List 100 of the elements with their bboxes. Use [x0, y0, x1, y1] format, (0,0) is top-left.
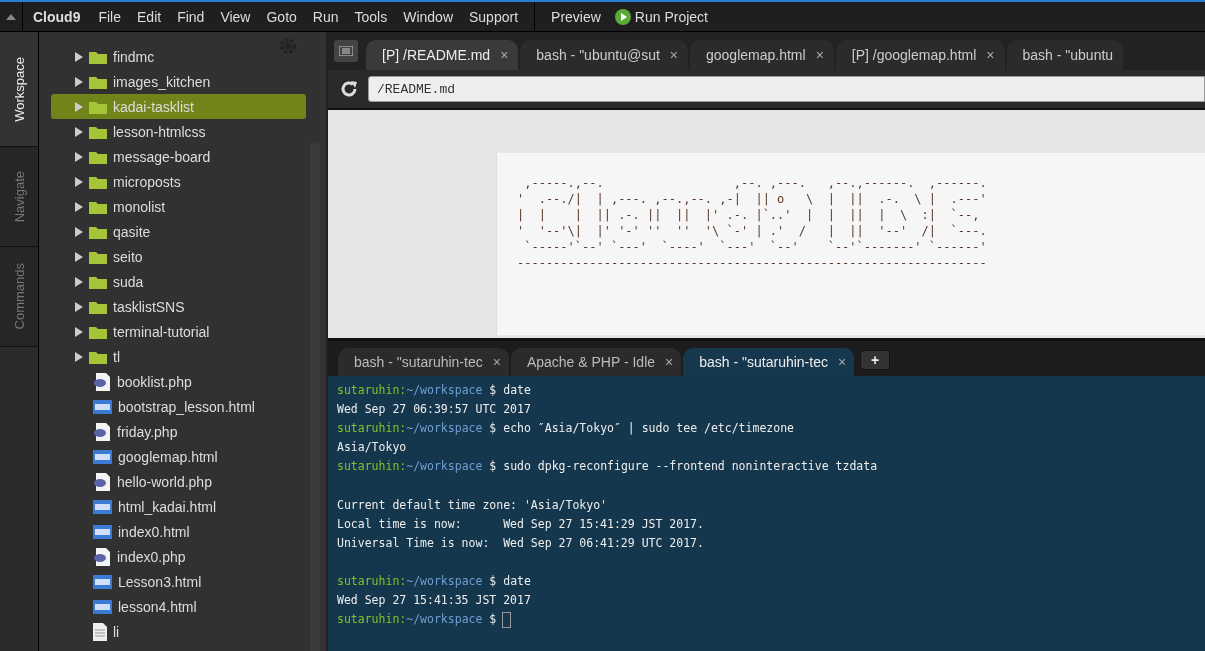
menu-item[interactable]: Find [169, 8, 213, 25]
close-icon[interactable]: × [837, 354, 847, 370]
terminal-output: Asia/Tokyo [337, 440, 407, 455]
expand-arrow-icon[interactable] [75, 326, 83, 337]
tree-item[interactable]: qasite [51, 219, 306, 244]
folder-icon [89, 74, 107, 89]
tree-item[interactable]: suda [51, 269, 306, 294]
tree-item[interactable]: seito [51, 244, 306, 269]
folder-icon [89, 324, 107, 339]
preview-button[interactable]: Preview [543, 8, 609, 25]
tree-item[interactable]: friday.php [51, 419, 306, 444]
html-file-icon [93, 599, 112, 614]
close-icon[interactable]: × [492, 354, 501, 370]
tree-item[interactable]: index0.php [51, 544, 306, 569]
menu-item[interactable]: File [90, 8, 129, 25]
menu-item[interactable]: Window [395, 8, 461, 25]
run-project-button[interactable]: Run Project [608, 8, 714, 25]
close-icon[interactable]: × [665, 354, 674, 370]
terminal-command: $ date [489, 383, 531, 397]
folder-icon [89, 199, 107, 214]
collapse-icon[interactable] [6, 13, 16, 20]
close-icon[interactable]: × [986, 47, 995, 63]
menu-item[interactable]: Support [461, 8, 527, 25]
html-file-icon [93, 449, 112, 464]
tab-menu-icon[interactable] [334, 40, 358, 62]
editor-tab[interactable]: [P] /googlemap.html × [835, 40, 1005, 70]
expand-arrow-icon[interactable] [75, 251, 83, 262]
menu-item[interactable]: Tools [346, 8, 396, 25]
folder-icon [89, 124, 107, 139]
html-file-icon [93, 574, 112, 589]
terminal-command: $ sudo dpkg-reconfigure --frontend noninteractive tzdata [489, 459, 878, 474]
tree-item[interactable]: tasklistSNS [51, 294, 306, 319]
folder-icon [89, 249, 107, 264]
tree-item[interactable]: li [51, 619, 306, 644]
terminal-output: Local time is now: Wed Sep 27 15:41:29 JST 2017. [337, 516, 704, 531]
close-icon[interactable]: × [669, 47, 678, 63]
terminal-command: $ [489, 612, 497, 627]
editor-tab[interactable]: bash - "ubuntu@sut × [520, 40, 688, 70]
tree-item[interactable]: googlemap.html [51, 444, 306, 469]
expand-arrow-icon[interactable] [75, 151, 83, 162]
expand-arrow-icon[interactable] [75, 76, 83, 87]
close-icon[interactable]: × [500, 47, 509, 63]
tree-item[interactable]: findmc [51, 44, 306, 69]
tree-item[interactable]: microposts [51, 169, 306, 194]
prompt-path: ~/workspace [406, 612, 483, 627]
close-icon[interactable]: × [815, 47, 824, 63]
new-tab-button[interactable]: + [860, 350, 891, 370]
folder-icon [89, 99, 107, 114]
menu-item[interactable]: Run [304, 8, 347, 25]
html-file-icon [93, 524, 112, 539]
expand-arrow-icon[interactable] [75, 126, 83, 137]
side-tab[interactable]: Workspace [0, 32, 38, 147]
tree-item[interactable]: index0.html [51, 519, 306, 544]
terminal-tab[interactable]: bash - "sutaruhin-tec × [683, 348, 855, 376]
html-file-icon [93, 499, 112, 514]
tree-item[interactable]: lesson-htmlcss [51, 119, 306, 144]
tree-item[interactable]: tl [51, 344, 306, 369]
folder-icon [89, 349, 107, 364]
menu-item[interactable]: Edit [129, 8, 170, 25]
expand-arrow-icon[interactable] [75, 351, 83, 362]
terminal-tab[interactable]: Apache & PHP - Idle × [510, 348, 682, 376]
expand-arrow-icon[interactable] [75, 201, 83, 212]
prompt-path: ~/workspace [406, 383, 483, 397]
tree-item[interactable]: bootstrap_lesson.html [51, 394, 306, 419]
expand-arrow-icon[interactable] [75, 301, 83, 312]
tree-item[interactable]: lesson4.html [51, 594, 306, 619]
menu-item[interactable]: View [212, 8, 259, 25]
prompt-user: sutaruhin: [337, 612, 407, 627]
tree-item[interactable]: hello-world.php [51, 469, 306, 494]
expand-arrow-icon[interactable] [75, 51, 83, 62]
refresh-icon[interactable] [340, 80, 358, 98]
tree-item[interactable]: message-board [51, 144, 306, 169]
tree-item[interactable]: html_kadai.html [51, 494, 306, 519]
terminal-output: Current default time zone: 'Asia/Tokyo' [337, 497, 608, 512]
php-file-icon [93, 422, 111, 441]
tree-item[interactable]: monolist [51, 194, 306, 219]
terminal-command: $ date [489, 573, 531, 588]
prompt-user: sutaruhin: [337, 421, 407, 436]
tree-item[interactable]: booklist.php [51, 369, 306, 394]
prompt-path: ~/workspace [406, 573, 483, 588]
folder-icon [89, 224, 107, 239]
text-file-icon [93, 622, 107, 641]
address-field[interactable]: /README.md [368, 76, 1205, 102]
app-brand[interactable]: Cloud9 [33, 8, 81, 25]
editor-tab[interactable]: [P] /README.md × [366, 40, 519, 70]
php-file-icon [93, 472, 111, 491]
prompt-path: ~/workspace [406, 421, 483, 436]
folder-icon [89, 174, 107, 189]
tree-item[interactable]: Lesson3.html [51, 569, 306, 594]
banner-text: ,-----.,--. ,--. ,---. ,--.,------. ,------. ' .--./| | ,---. ,--.,--. ,-| || o \ | || .-. \ | .---' | | | || .-. || || |' .-. |`..' | | || | \ :| `--, ' '--'\| |' '-' '' '' '\ `-' | .' / | || '--' /| `---. `-----'`--' `---' `----' `---' `--' `--'`-------' `------' ----------------------------------------------------------------- [517, 175, 988, 271]
tree-item[interactable]: images_kitchen [51, 69, 306, 94]
expand-arrow-icon[interactable] [75, 176, 83, 187]
editor-tab[interactable]: googlemap.html × [690, 40, 834, 70]
expand-arrow-icon[interactable] [75, 226, 83, 237]
tree-item[interactable]: terminal-tutorial [51, 319, 306, 344]
editor-tab[interactable]: bash - "ubuntu [1006, 40, 1124, 70]
menu-item[interactable]: Goto [258, 8, 305, 25]
terminal-tab[interactable]: bash - "sutaruhin-tec × [338, 348, 509, 376]
prompt-path: ~/workspace [406, 459, 483, 474]
expand-arrow-icon[interactable] [75, 276, 83, 287]
